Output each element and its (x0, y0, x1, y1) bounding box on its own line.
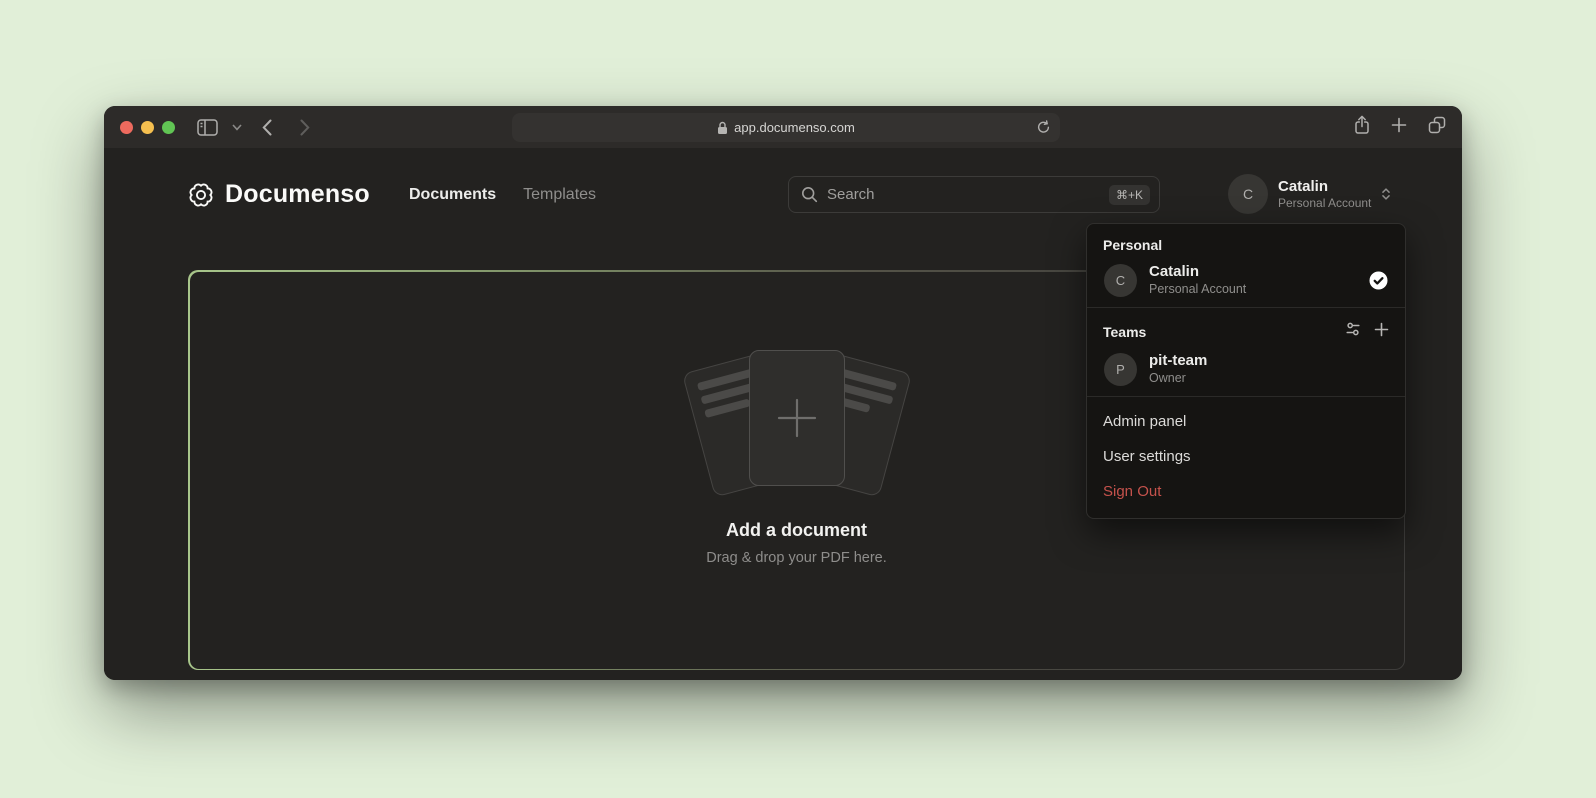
account-chip-text: Catalin Personal Account (1278, 178, 1371, 211)
account-subtitle: Personal Account (1278, 196, 1371, 211)
window-controls (120, 121, 175, 134)
menu-item-team-pit-team[interactable]: P pit-team Owner (1103, 352, 1389, 386)
url-text: app.documenso.com (734, 120, 855, 135)
add-team-icon[interactable] (1374, 322, 1389, 342)
nav-templates[interactable]: Templates (523, 186, 596, 204)
tab-overview-icon[interactable] (1428, 116, 1446, 139)
share-icon[interactable] (1354, 115, 1370, 140)
menu-item-sign-out[interactable]: Sign Out (1087, 474, 1405, 509)
account-menu-trigger[interactable]: C Catalin Personal Account (1228, 174, 1393, 214)
account-menu: Personal C Catalin Personal Account (1086, 223, 1406, 519)
menu-item-admin-panel[interactable]: Admin panel (1087, 404, 1405, 439)
personal-account-avatar: C (1104, 264, 1137, 297)
chevron-down-icon[interactable] (232, 106, 242, 148)
menu-action-list: Admin panel User settings Sign Out (1087, 397, 1405, 518)
browser-titlebar: app.documenso.com (104, 106, 1462, 148)
menu-personal-section: Personal C Catalin Personal Account (1087, 224, 1405, 307)
team-text: pit-team Owner (1149, 352, 1207, 386)
personal-account-subtitle: Personal Account (1149, 281, 1246, 297)
menu-teams-section: Teams (1087, 308, 1405, 396)
forward-button-icon (300, 106, 310, 148)
search-shortcut-badge: ⌘+K (1109, 185, 1150, 205)
team-preferences-icon[interactable] (1345, 321, 1361, 342)
back-button-icon[interactable] (262, 106, 272, 148)
search-input[interactable]: Search ⌘+K (788, 176, 1160, 213)
menu-item-personal-account[interactable]: C Catalin Personal Account (1103, 263, 1389, 297)
account-name: Catalin (1278, 178, 1371, 196)
menu-item-user-settings[interactable]: User settings (1087, 439, 1405, 474)
minimize-window-button[interactable] (141, 121, 154, 134)
documenso-brand[interactable]: Documenso (187, 180, 370, 209)
team-name: pit-team (1149, 352, 1207, 370)
search-placeholder: Search (827, 186, 875, 203)
close-window-button[interactable] (120, 121, 133, 134)
zoom-window-button[interactable] (162, 121, 175, 134)
desktop-background: app.documenso.com (0, 0, 1596, 798)
new-tab-plus-icon[interactable] (1391, 117, 1407, 138)
menu-teams-label: Teams (1103, 324, 1146, 340)
personal-account-text: Catalin Personal Account (1149, 263, 1246, 297)
menu-personal-label: Personal (1103, 237, 1389, 253)
team-role: Owner (1149, 370, 1207, 386)
dropzone-subtitle: Drag & drop your PDF here. (706, 550, 887, 566)
plus-icon (776, 397, 818, 439)
account-avatar: C (1228, 174, 1268, 214)
app-content: Documenso Documents Templates Search ⌘+K… (104, 148, 1462, 680)
nav-documents[interactable]: Documents (409, 186, 496, 204)
dropzone-title: Add a document (726, 520, 867, 541)
add-document-card (749, 350, 845, 486)
primary-nav: Documents Templates (409, 148, 596, 242)
brand-wordmark: Documenso (225, 180, 370, 209)
address-bar[interactable]: app.documenso.com (512, 113, 1060, 142)
documenso-logo-icon (187, 181, 215, 209)
search-icon (801, 186, 818, 203)
selected-check-icon (1369, 271, 1388, 290)
personal-account-name: Catalin (1149, 263, 1246, 281)
document-stack-illustration (677, 350, 917, 500)
sidebar-toggle-icon[interactable] (197, 106, 218, 148)
reload-icon[interactable] (1036, 119, 1051, 138)
padlock-icon (717, 121, 728, 135)
titlebar-right-actions (1354, 106, 1446, 148)
browser-window: app.documenso.com (104, 106, 1462, 680)
team-avatar: P (1104, 353, 1137, 386)
chevrons-up-down-icon (1379, 186, 1393, 202)
